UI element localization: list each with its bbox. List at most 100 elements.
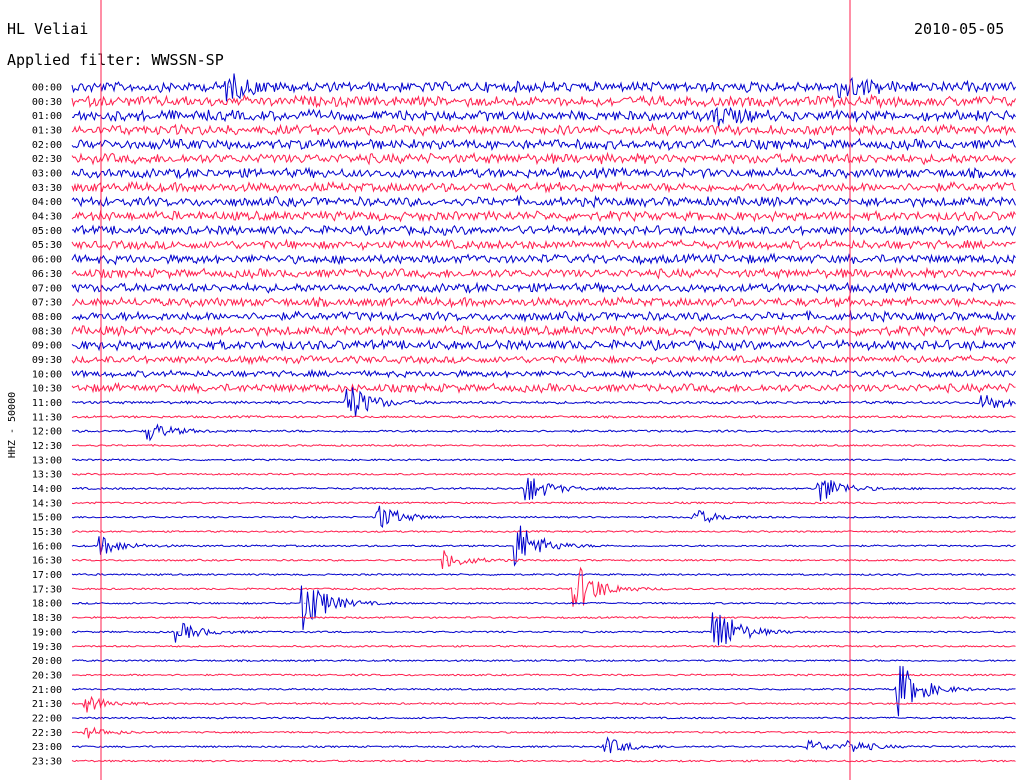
time-label: 22:30 — [32, 728, 62, 739]
time-label: 20:00 — [32, 656, 62, 667]
time-label: 08:30 — [32, 326, 62, 337]
time-label: 09:30 — [32, 355, 62, 366]
trace-1200 — [71, 423, 1016, 442]
time-label: 10:00 — [32, 369, 62, 380]
trace-0230 — [71, 151, 1016, 166]
trace-2130 — [71, 695, 1016, 713]
trace-0430 — [71, 209, 1016, 223]
time-label: 02:30 — [32, 154, 62, 165]
trace-group — [71, 73, 1016, 763]
time-label: 17:00 — [32, 570, 62, 581]
trace-1230 — [71, 443, 1016, 447]
event-mark — [379, 516, 381, 518]
event-mark — [820, 488, 822, 490]
trace-0200 — [71, 137, 1016, 152]
trace-1630 — [71, 550, 1016, 569]
time-label: 11:00 — [32, 398, 62, 409]
trace-0600 — [71, 252, 1016, 266]
event-mark — [527, 488, 529, 490]
trace-0730 — [72, 295, 1016, 309]
time-label: 01:00 — [32, 111, 62, 122]
trace-2230 — [71, 726, 1016, 739]
event-mark — [606, 746, 608, 748]
trace-0630 — [71, 266, 1016, 280]
trace-0830 — [71, 324, 1016, 338]
event-mark — [842, 86, 844, 88]
trace-1530 — [71, 530, 1016, 534]
event-mark — [716, 115, 718, 117]
time-label: 14:00 — [32, 484, 62, 495]
time-label: 12:30 — [32, 441, 62, 452]
time-label: 23:00 — [32, 742, 62, 753]
trace-2030 — [71, 673, 1016, 677]
trace-1130 — [71, 415, 1016, 419]
channel-label: HHZ - 50000 — [7, 392, 18, 458]
trace-0930 — [71, 354, 1016, 366]
trace-1030 — [71, 381, 1016, 395]
trace-1100 — [71, 387, 1016, 418]
trace-0500 — [71, 224, 1016, 237]
time-label: 19:30 — [32, 642, 62, 653]
time-label: 17:30 — [32, 584, 62, 595]
time-label: 20:30 — [32, 670, 62, 681]
event-mark — [518, 545, 520, 547]
trace-2330 — [71, 759, 1016, 763]
event-mark — [574, 588, 576, 590]
trace-0700 — [71, 281, 1016, 294]
time-label: 12:00 — [32, 427, 62, 438]
time-label: 19:00 — [32, 627, 62, 638]
event-mark — [694, 516, 696, 518]
trace-2000 — [71, 659, 1016, 663]
trace-1400 — [71, 477, 1016, 502]
time-label: 04:30 — [32, 212, 62, 223]
trace-0800 — [71, 309, 1016, 323]
trace-2100 — [71, 665, 1016, 717]
time-label: 00:30 — [32, 97, 62, 108]
trace-0400 — [71, 194, 1016, 209]
time-label: 10:30 — [32, 384, 62, 395]
event-mark — [716, 631, 718, 633]
trace-1430 — [71, 501, 1016, 505]
trace-1700 — [71, 572, 1016, 577]
time-label: 07:00 — [32, 283, 62, 294]
trace-1500 — [71, 505, 1016, 528]
trace-0030 — [71, 93, 1016, 110]
event-mark — [348, 401, 350, 403]
trace-0330 — [71, 180, 1016, 194]
trace-2200 — [72, 716, 1016, 720]
time-label-group: 00:00 00:30 01:00 01:30 02:00 02:30 03:00 03:30… — [32, 83, 62, 768]
trace-1300 — [71, 458, 1016, 462]
time-label: 22:00 — [32, 713, 62, 724]
trace-0530 — [71, 238, 1016, 252]
time-label: 00:00 — [32, 83, 62, 94]
trace-0900 — [71, 338, 1016, 352]
time-label: 09:00 — [32, 341, 62, 352]
event-mark — [445, 559, 447, 561]
time-label: 06:30 — [32, 269, 62, 280]
time-label: 16:30 — [32, 556, 62, 567]
time-label: 06:00 — [32, 255, 62, 266]
time-label: 11:30 — [32, 412, 62, 423]
trace-0300 — [71, 166, 1016, 180]
time-label: 13:30 — [32, 470, 62, 481]
time-label: 03:30 — [32, 183, 62, 194]
time-label: 05:00 — [32, 226, 62, 237]
time-label: 07:30 — [32, 298, 62, 309]
event-mark — [984, 401, 986, 403]
trace-1830 — [71, 616, 1016, 620]
trace-1930 — [71, 644, 1016, 648]
time-label: 21:00 — [32, 685, 62, 696]
event-mark — [899, 688, 901, 690]
time-label: 01:30 — [32, 126, 62, 137]
trace-2300 — [71, 736, 1016, 754]
event-mark — [178, 631, 180, 633]
time-label: 05:30 — [32, 240, 62, 251]
event-mark — [102, 545, 104, 547]
time-label: 18:00 — [32, 599, 62, 610]
trace-1800 — [71, 585, 1016, 630]
helicorder-plot: 00:00 00:30 01:00 01:30 02:00 02:30 03:00 03:30… — [7, 0, 1016, 780]
time-label: 03:00 — [32, 169, 62, 180]
time-label: 15:00 — [32, 513, 62, 524]
time-label: 15:30 — [32, 527, 62, 538]
event-mark — [87, 731, 89, 733]
